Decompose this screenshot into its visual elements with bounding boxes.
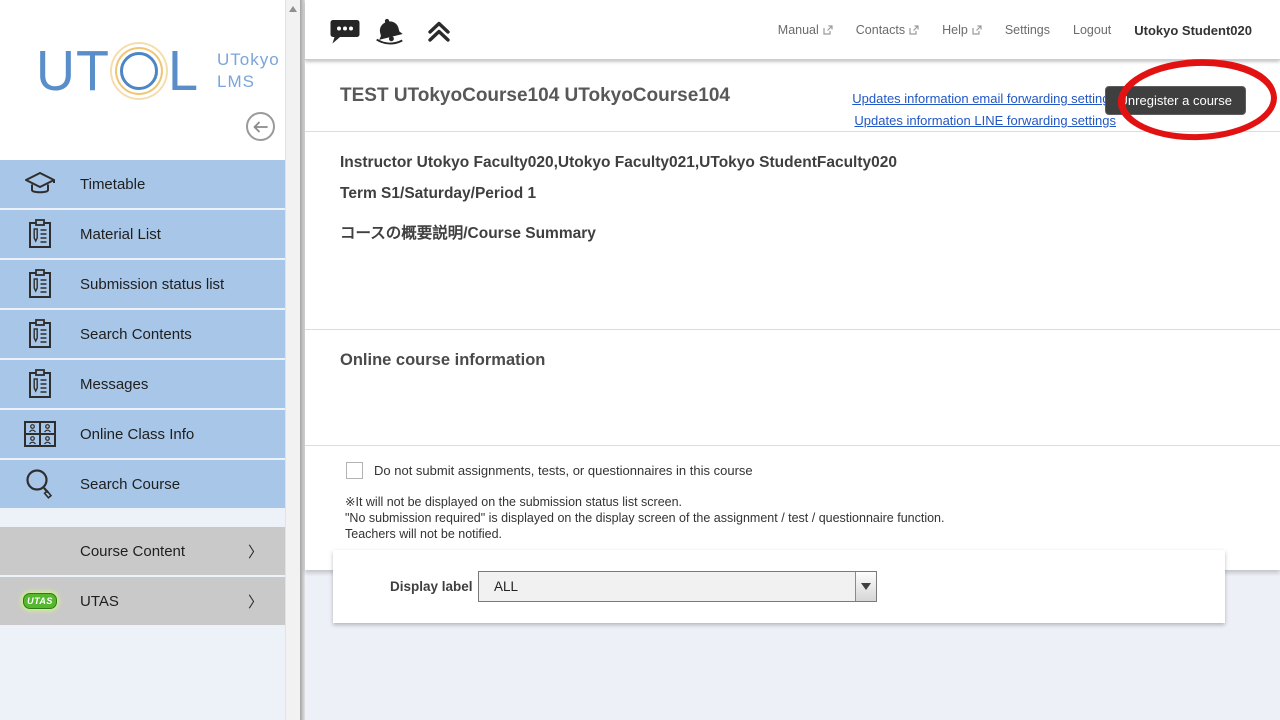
utol-logo: UT L UTokyo LMS (36, 44, 280, 98)
clipboard-icon (20, 218, 60, 250)
logo-subtitle-line1: UTokyo (217, 49, 280, 71)
sidebar-item-search-course[interactable]: Search Course (0, 460, 285, 508)
no-submission-option: Do not submit assignments, tests, or que… (346, 462, 1280, 479)
no-submission-notes: ※It will not be displayed on the submiss… (345, 494, 1280, 542)
sidebar-item-messages[interactable]: Messages (0, 360, 285, 408)
sidebar-item-submission-status-list[interactable]: Submission status list (0, 260, 285, 308)
term-line: Term S1/Saturday/Period 1 (340, 185, 1280, 203)
external-link-icon (909, 25, 919, 35)
people-grid-icon (20, 420, 60, 448)
sidebar-secondary-group: Course Content 〉 UTAS UTAS 〉 (0, 527, 285, 625)
note-line: ※It will not be displayed on the submiss… (345, 494, 1280, 510)
nav-label: Manual (778, 23, 819, 37)
utas-icon: UTAS (20, 593, 60, 609)
display-label-select[interactable]: ALL (478, 571, 877, 602)
sidebar-item-label: Course Content (80, 543, 185, 560)
no-submission-checkbox[interactable] (346, 462, 363, 479)
line-forwarding-link[interactable]: Updates information LINE forwarding sett… (852, 110, 1116, 132)
logo-subtitle: UTokyo LMS (217, 49, 280, 93)
back-arrow-icon (252, 121, 269, 133)
sidebar-item-timetable[interactable]: Timetable (0, 160, 285, 208)
nav-manual[interactable]: Manual (778, 23, 833, 37)
utol-app: UT L UTokyo LMS Timetable (0, 0, 1280, 720)
utas-icon-text: UTAS (23, 593, 57, 609)
logo-wordmark-right: L (168, 43, 199, 100)
clipboard-icon (20, 268, 60, 300)
sidebar-item-label: Search Contents (80, 326, 192, 343)
online-course-section: Online course information (305, 330, 1280, 446)
nav-label: Settings (1005, 23, 1050, 37)
nav-contacts[interactable]: Contacts (856, 23, 919, 37)
logo-wordmark-left: UT (36, 43, 110, 100)
sidebar-scrollbar[interactable] (285, 0, 300, 720)
sidebar-item-label: Material List (80, 226, 161, 243)
nav-label: Logout (1073, 23, 1111, 37)
online-course-heading: Online course information (340, 351, 1280, 370)
logo-o-ring-icon (120, 52, 158, 90)
sidebar-item-label: Search Course (80, 476, 180, 493)
user-name: Utokyo Student020 (1134, 23, 1252, 38)
nav-settings[interactable]: Settings (1005, 23, 1050, 37)
instructor-line: Instructor Utokyo Faculty020,Utokyo Facu… (340, 154, 1280, 172)
scroll-up-icon[interactable] (289, 6, 297, 12)
note-line: Teachers will not be notified. (345, 526, 1280, 542)
chevron-right-glyph: 〉 (248, 541, 263, 562)
sidebar-item-material-list[interactable]: Material List (0, 210, 285, 258)
nav-help[interactable]: Help (942, 23, 982, 37)
note-line: "No submission required" is displayed on… (345, 510, 1280, 526)
notification-bell-icon (371, 15, 407, 47)
no-submission-label: Do not submit assignments, tests, or que… (374, 463, 753, 478)
forwarding-links: Updates information email forwarding set… (852, 88, 1116, 132)
nav-label: Contacts (856, 23, 905, 37)
collapse-header-button[interactable] (421, 14, 457, 48)
course-title-section: TEST UTokyoCourse104 UTokyoCourse104 Upd… (305, 60, 1280, 132)
external-link-icon (972, 25, 982, 35)
sidebar-item-utas[interactable]: UTAS UTAS 〉 (0, 577, 285, 625)
notification-bell-button[interactable] (371, 14, 407, 48)
email-forwarding-link[interactable]: Updates information email forwarding set… (852, 88, 1116, 110)
unregister-course-button[interactable]: Unregister a course (1105, 86, 1246, 115)
sidebar-item-search-contents[interactable]: Search Contents (0, 310, 285, 358)
chat-bubble-icon (328, 16, 362, 46)
display-label-card: Display label ALL (333, 550, 1225, 623)
main-area: Manual Contacts Help Settings Logout U (305, 0, 1280, 720)
clipboard-icon (20, 318, 60, 350)
sidebar-item-label: Messages (80, 376, 148, 393)
sidebar-collapse-button[interactable] (246, 112, 275, 141)
external-link-icon (823, 25, 833, 35)
clipboard-icon (20, 368, 60, 400)
magnifier-icon (20, 467, 60, 501)
logo-area: UT L UTokyo LMS (0, 0, 285, 160)
chat-bubble-button[interactable] (327, 14, 363, 48)
course-title: TEST UTokyoCourse104 UTokyoCourse104 (340, 85, 730, 107)
sidebar-item-label: Online Class Info (80, 426, 194, 443)
sidebar-nav: Timetable Material List Submission statu… (0, 160, 285, 627)
sidebar-item-online-class-info[interactable]: Online Class Info (0, 410, 285, 458)
collapse-up-icon (426, 18, 452, 44)
main-header: Manual Contacts Help Settings Logout U (305, 0, 1280, 60)
header-nav: Manual Contacts Help Settings Logout U (778, 0, 1252, 60)
sidebar-item-course-content[interactable]: Course Content 〉 (0, 527, 285, 575)
sidebar-item-label: Timetable (80, 176, 145, 193)
nav-label: Help (942, 23, 968, 37)
nav-logout[interactable]: Logout (1073, 23, 1111, 37)
chevron-right-glyph: 〉 (248, 591, 263, 612)
sidebar-item-label: Submission status list (80, 276, 224, 293)
logo-subtitle-line2: LMS (217, 71, 280, 93)
graduation-cap-icon (20, 169, 60, 199)
display-label-text: Display label (390, 579, 473, 594)
course-summary-line: コースの概要説明/Course Summary (340, 221, 1280, 243)
select-value: ALL (494, 579, 518, 594)
course-page: TEST UTokyoCourse104 UTokyoCourse104 Upd… (305, 60, 1280, 570)
dropdown-arrow-icon (855, 572, 876, 601)
sidebar-item-label: UTAS (80, 593, 119, 610)
course-info-section: Instructor Utokyo Faculty020,Utokyo Facu… (305, 132, 1280, 330)
sidebar: UT L UTokyo LMS Timetable (0, 0, 285, 720)
